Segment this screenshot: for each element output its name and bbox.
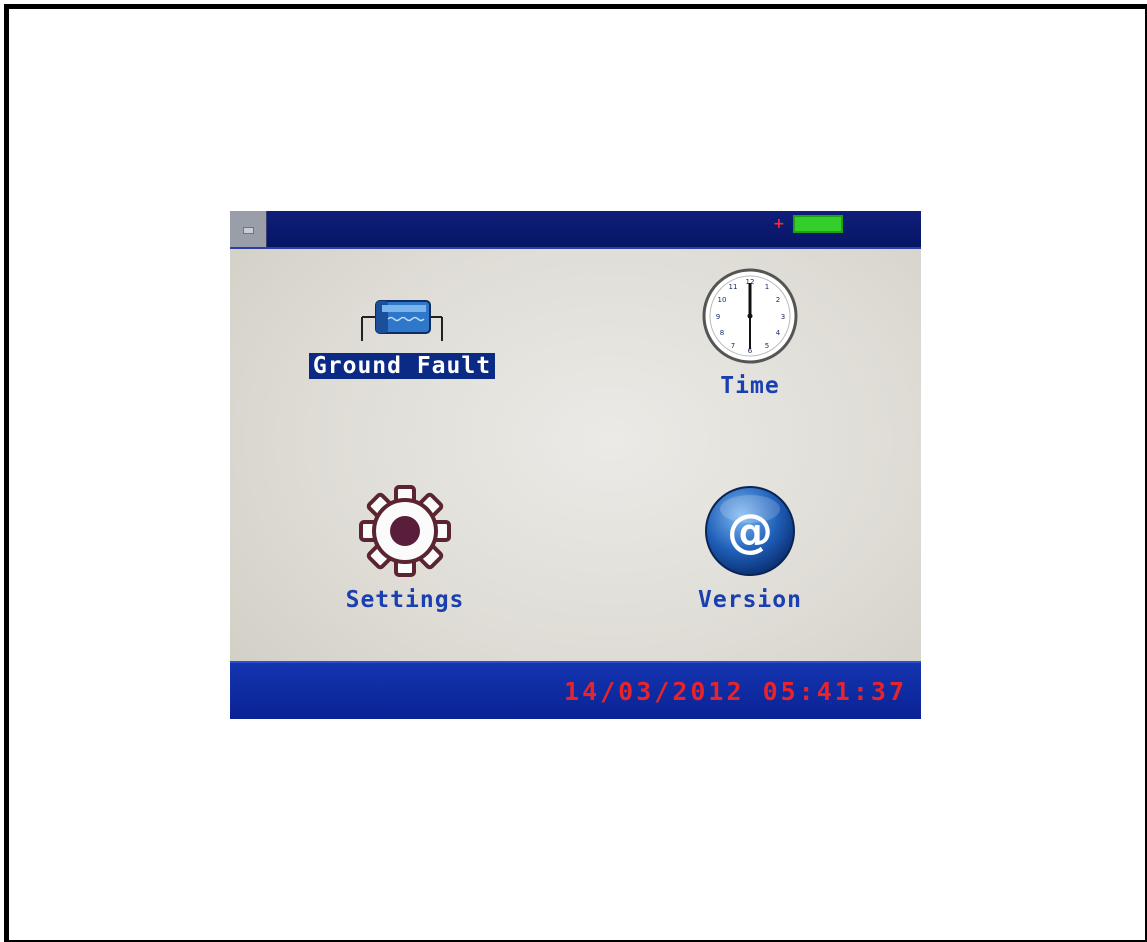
bottom-bar: 14/03/2012 05:41:37 [230,661,921,719]
at-sign-icon: @ [705,486,795,576]
status-bar: + [230,211,921,249]
svg-text:9: 9 [716,313,720,321]
clock-icon: 12 1 2 3 4 5 6 7 8 9 10 11 [702,268,798,364]
menu-item-label: Ground Fault [308,353,496,379]
svg-text:8: 8 [720,329,724,337]
battery-icon [793,215,843,233]
svg-text:7: 7 [731,342,735,350]
menu-item-time[interactable]: 12 1 2 3 4 5 6 7 8 9 10 11 Time [650,267,850,399]
menu-item-label: Version [698,587,802,613]
capacitor-icon [361,300,443,341]
home-tab-button[interactable] [230,211,267,247]
svg-text:11: 11 [729,283,738,291]
charging-indicator: + [773,216,785,232]
menu-item-ground-fault[interactable]: Ground Fault [292,289,512,379]
svg-text:1: 1 [765,283,769,291]
gear-icon [359,485,451,577]
menu-item-label: Settings [345,587,465,613]
svg-text:3: 3 [781,313,785,321]
menu-item-settings[interactable]: Settings [305,483,505,613]
svg-text:2: 2 [776,296,780,304]
svg-text:5: 5 [765,342,769,350]
window-icon [243,227,254,234]
datetime-display: 14/03/2012 05:41:37 [564,677,907,706]
svg-text:4: 4 [776,329,781,337]
menu-item-version[interactable]: @ Version [650,483,850,613]
svg-text:@: @ [727,504,773,558]
device-screen: + Ground Fault 12 1 2 3 4 5 6 7 8 9 10 1… [230,211,921,719]
svg-text:10: 10 [718,296,727,304]
menu-item-label: Time [720,373,780,399]
photo-frame: + Ground Fault 12 1 2 3 4 5 6 7 8 9 10 1… [4,4,1147,942]
